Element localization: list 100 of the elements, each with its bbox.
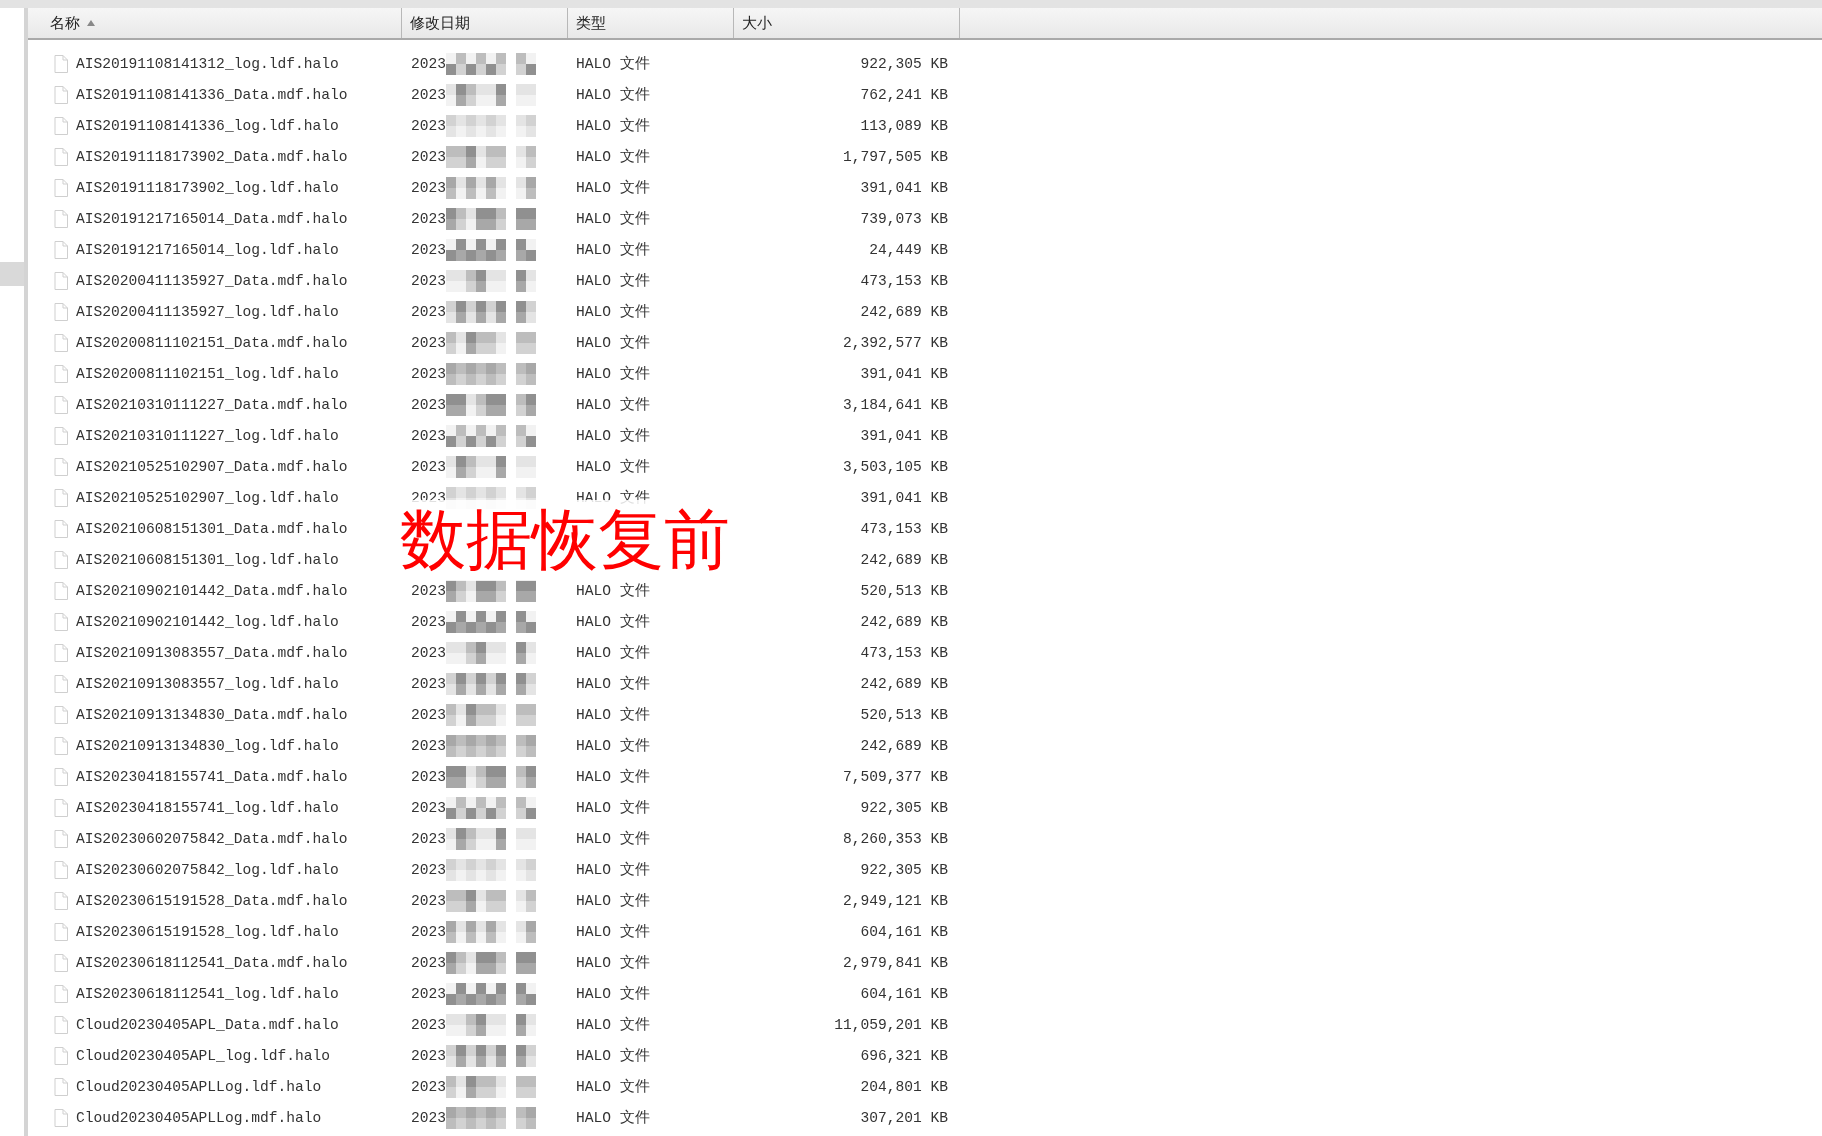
modified-date: 2023 (411, 427, 447, 444)
file-size: 391,041 KB (860, 427, 948, 444)
file-name[interactable]: AIS20230418155741_log.ldf.halo (76, 799, 339, 816)
file-size: 242,689 KB (860, 303, 948, 320)
file-name[interactable]: AIS20210525102907_Data.mdf.halo (76, 458, 348, 475)
file-name[interactable]: AIS20210902101442_Data.mdf.halo (76, 582, 348, 599)
file-name[interactable]: AIS20210608151301_Data.mdf.halo (76, 520, 348, 537)
file-size: 3,503,105 KB (842, 458, 948, 475)
file-name[interactable]: AIS20210525102907_log.ldf.halo (76, 489, 339, 506)
file-icon (54, 209, 68, 228)
file-name[interactable]: AIS20191217165014_Data.mdf.halo (76, 210, 348, 227)
file-name[interactable]: Cloud20230405APLLog.mdf.halo (76, 1109, 322, 1126)
file-icon (54, 271, 68, 290)
file-name[interactable]: AIS20200811102151_Data.mdf.halo (76, 334, 348, 351)
file-size: 7,509,377 KB (842, 768, 948, 785)
file-size: 24,449 KB (869, 241, 948, 258)
modified-date: 2023 (411, 86, 447, 103)
file-name[interactable]: AIS20230618112541_log.ldf.halo (76, 985, 339, 1002)
modified-date: 2023 (411, 1109, 447, 1126)
file-icon (54, 984, 68, 1003)
file-type: HALO 文件 (576, 302, 650, 321)
file-type: HALO 文件 (576, 643, 650, 662)
file-size: 739,073 KB (860, 210, 948, 227)
file-size: 242,689 KB (860, 613, 948, 630)
modified-date: 2023 (411, 55, 447, 72)
file-size: 1,797,505 KB (842, 148, 948, 165)
file-name[interactable]: AIS20230602075842_log.ldf.halo (76, 861, 339, 878)
modified-date: 2023 (411, 613, 447, 630)
file-icon (54, 457, 68, 476)
file-size: 242,689 KB (860, 737, 948, 754)
file-icon (54, 426, 68, 445)
file-type: HALO 文件 (576, 178, 650, 197)
file-name[interactable]: AIS20191118173902_log.ldf.halo (76, 179, 339, 196)
file-type: HALO 文件 (576, 705, 650, 724)
file-type: HALO 文件 (576, 922, 650, 941)
file-name[interactable]: AIS20230615191528_log.ldf.halo (76, 923, 339, 940)
file-type: HALO 文件 (576, 54, 650, 73)
file-name[interactable]: AIS20200411135927_log.ldf.halo (76, 303, 339, 320)
modified-date: 2023 (411, 396, 447, 413)
file-name[interactable]: AIS20200811102151_log.ldf.halo (76, 365, 339, 382)
file-type: HALO 文件 (576, 1046, 650, 1065)
column-header[interactable]: 修改日期 (402, 8, 568, 38)
file-icon (54, 643, 68, 662)
file-type: HALO 文件 (576, 1077, 650, 1096)
modified-date: 2023 (411, 272, 447, 289)
modified-date: 2023 (411, 830, 447, 847)
modified-date: 2023 (411, 985, 447, 1002)
modified-date: 2023 (411, 117, 447, 134)
file-type: HALO 文件 (576, 612, 650, 631)
file-name[interactable]: AIS20210608151301_log.ldf.halo (76, 551, 339, 568)
file-type: HALO 文件 (576, 860, 650, 879)
file-name[interactable]: AIS20230602075842_Data.mdf.halo (76, 830, 348, 847)
file-name[interactable]: AIS20210310111227_log.ldf.halo (76, 427, 339, 444)
file-name[interactable]: AIS20230615191528_Data.mdf.halo (76, 892, 348, 909)
file-icon (54, 54, 68, 73)
file-name[interactable]: AIS20230418155741_Data.mdf.halo (76, 768, 348, 785)
file-icon (54, 767, 68, 786)
file-icon (54, 829, 68, 848)
column-header[interactable]: 类型 (568, 8, 734, 38)
file-name[interactable]: AIS20230618112541_Data.mdf.halo (76, 954, 348, 971)
file-name[interactable]: AIS20191217165014_log.ldf.halo (76, 241, 339, 258)
modified-date: 2023 (411, 582, 447, 599)
file-type: HALO 文件 (576, 240, 650, 259)
file-icon (54, 674, 68, 693)
file-name[interactable]: AIS20210913134830_log.ldf.halo (76, 737, 339, 754)
file-size: 762,241 KB (860, 86, 948, 103)
file-name[interactable]: AIS20191108141336_Data.mdf.halo (76, 86, 348, 103)
file-size: 307,201 KB (860, 1109, 948, 1126)
file-size: 922,305 KB (860, 799, 948, 816)
file-icon (54, 364, 68, 383)
file-name[interactable]: AIS20210902101442_log.ldf.halo (76, 613, 339, 630)
file-name[interactable]: AIS20210913134830_Data.mdf.halo (76, 706, 348, 723)
sidebar-selection[interactable] (0, 262, 24, 286)
file-size: 3,184,641 KB (842, 396, 948, 413)
file-size: 922,305 KB (860, 55, 948, 72)
file-name[interactable]: AIS20200411135927_Data.mdf.halo (76, 272, 348, 289)
modified-date: 2023 (411, 1016, 447, 1033)
column-header[interactable]: 大小 (734, 8, 960, 38)
column-header[interactable]: 名称 (28, 8, 402, 38)
file-name[interactable]: AIS20210913083557_log.ldf.halo (76, 675, 339, 692)
file-type: HALO 文件 (576, 395, 650, 414)
file-name[interactable]: AIS20191118173902_Data.mdf.halo (76, 148, 348, 165)
file-size: 204,801 KB (860, 1078, 948, 1095)
file-name[interactable]: AIS20191108141336_log.ldf.halo (76, 117, 339, 134)
file-name[interactable]: AIS20210913083557_Data.mdf.halo (76, 644, 348, 661)
file-size: 242,689 KB (860, 675, 948, 692)
file-icon (54, 302, 68, 321)
file-name[interactable]: AIS20191108141312_log.ldf.halo (76, 55, 339, 72)
file-name[interactable]: Cloud20230405APLLog.ldf.halo (76, 1078, 322, 1095)
file-size: 2,949,121 KB (842, 892, 948, 909)
file-name[interactable]: Cloud20230405APL_Data.mdf.halo (76, 1016, 339, 1033)
file-icon (54, 798, 68, 817)
file-size: 391,041 KB (860, 179, 948, 196)
file-type: HALO 文件 (576, 798, 650, 817)
file-name[interactable]: AIS20210310111227_Data.mdf.halo (76, 396, 348, 413)
file-icon (54, 705, 68, 724)
file-name[interactable]: Cloud20230405APL_log.ldf.halo (76, 1047, 330, 1064)
modified-date: 2023 (411, 737, 447, 754)
file-size: 11,059,201 KB (834, 1016, 948, 1033)
file-type: HALO 文件 (576, 85, 650, 104)
